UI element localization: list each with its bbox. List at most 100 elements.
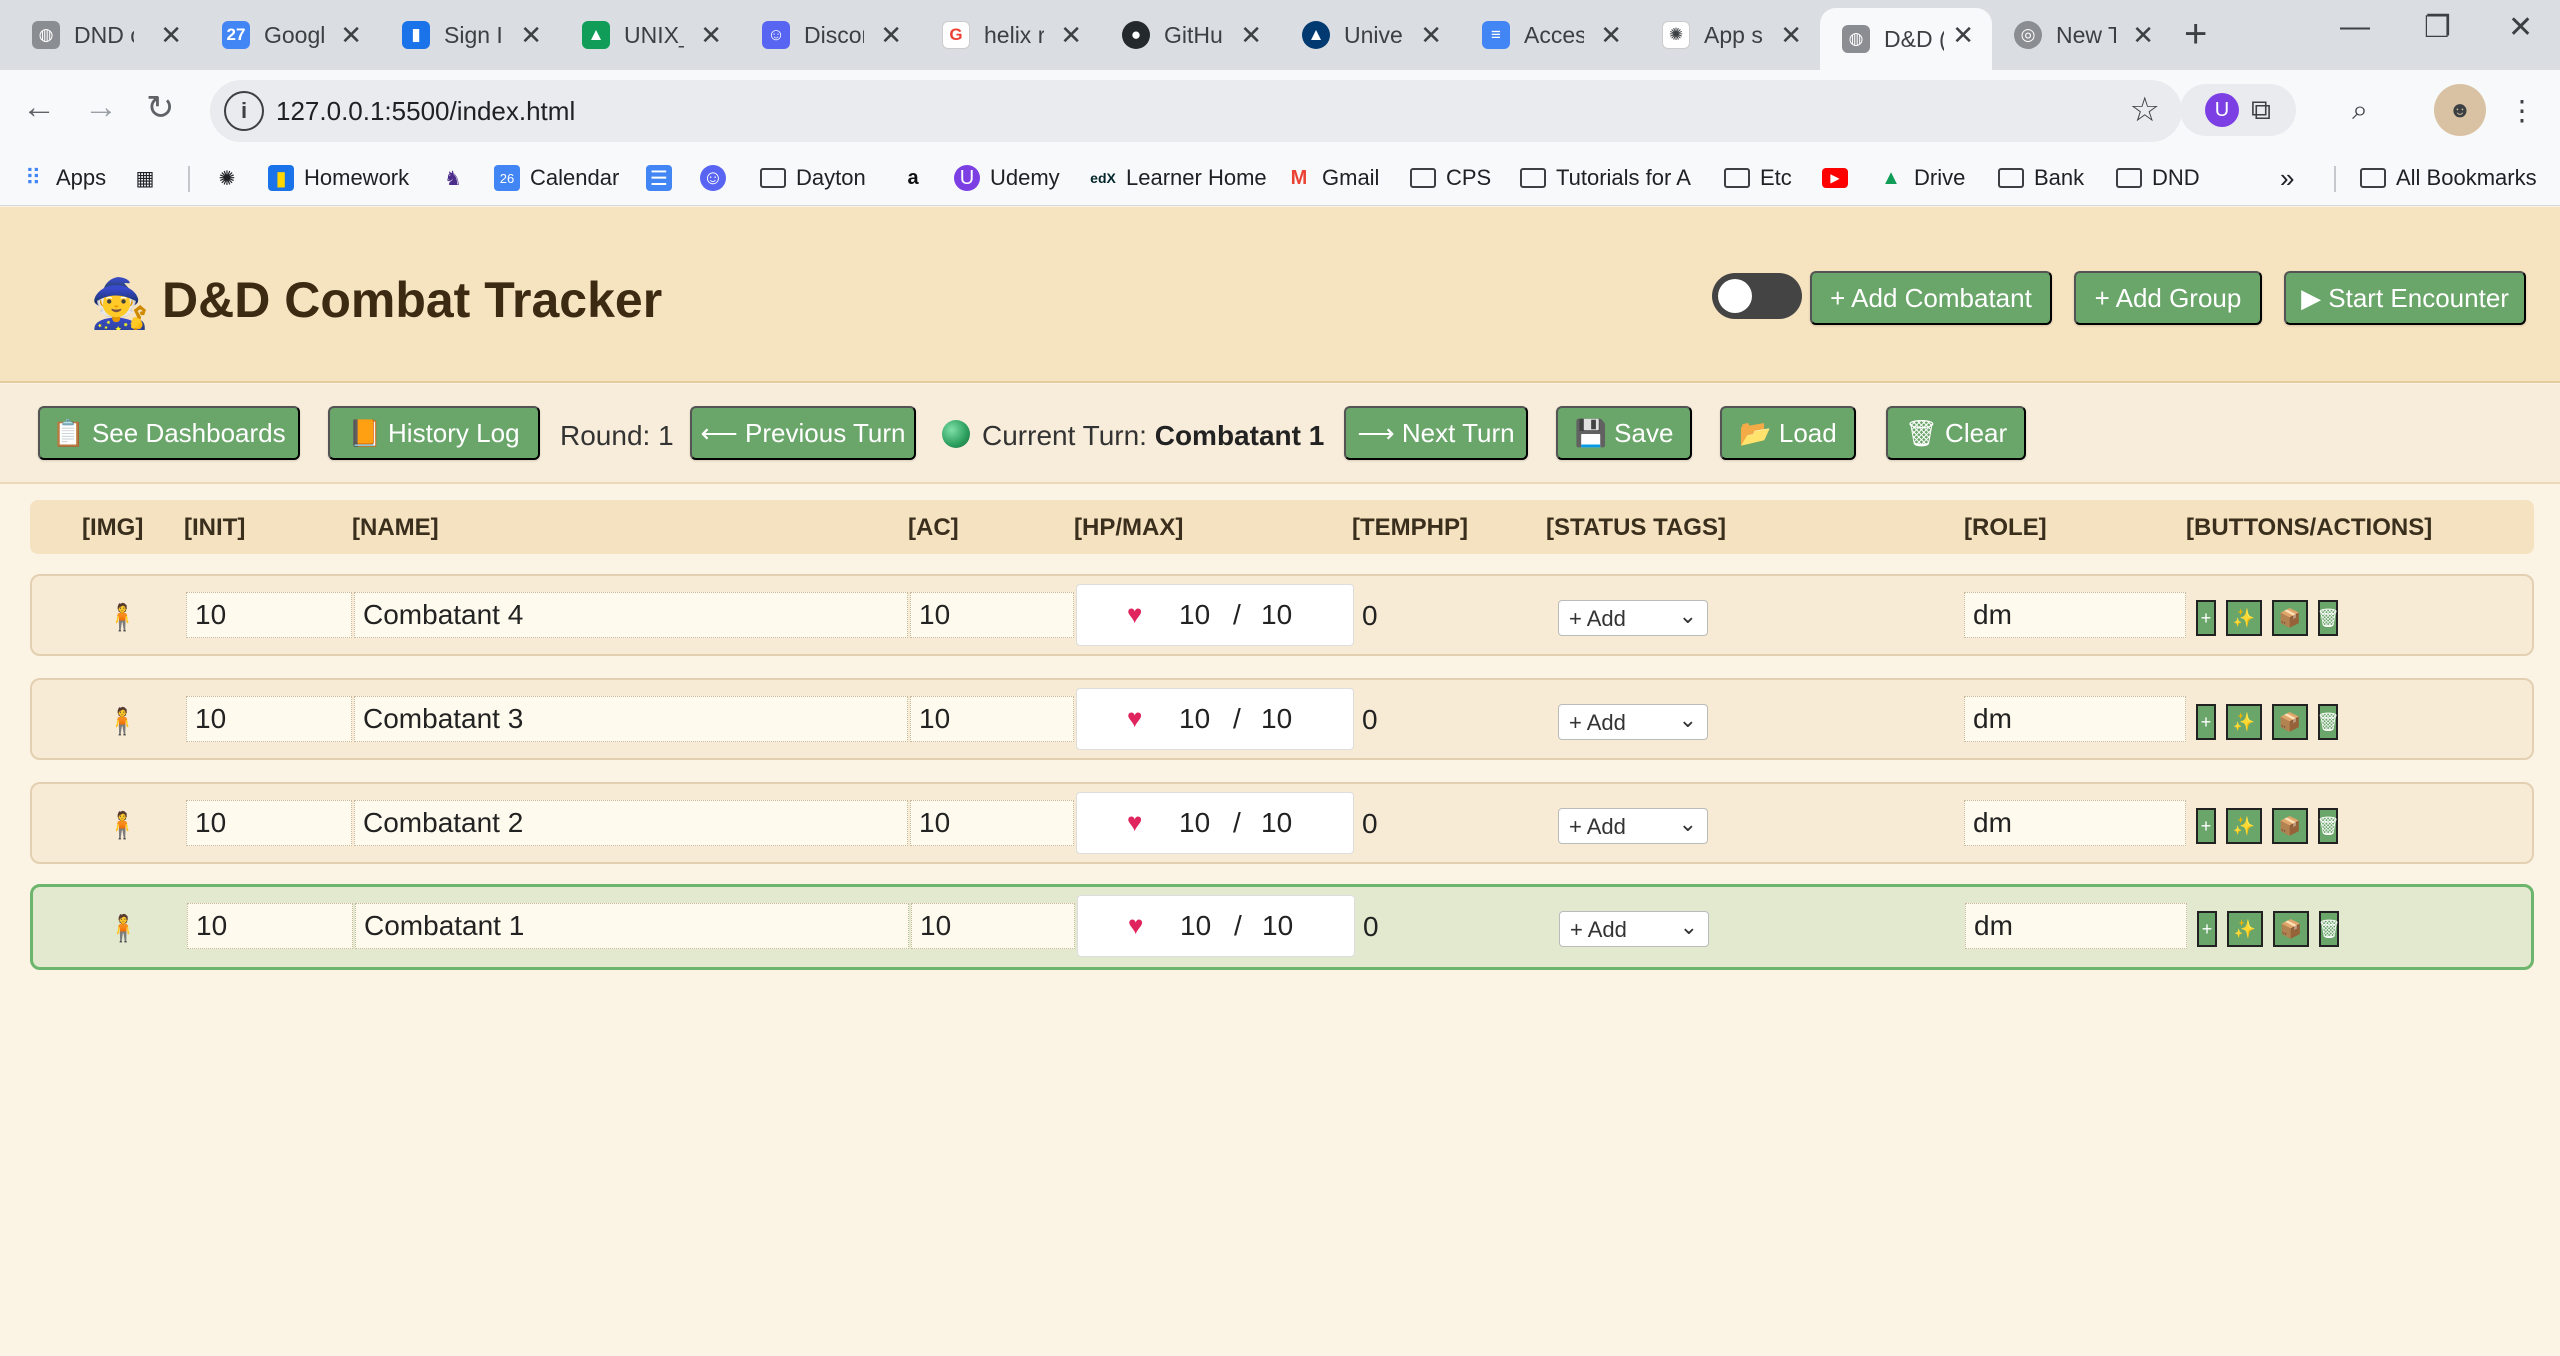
- add-action-button[interactable]: +: [2196, 704, 2216, 740]
- hp-current-input[interactable]: 10: [1179, 807, 1210, 839]
- temp-hp-value[interactable]: 0: [1362, 808, 1378, 840]
- effects-button[interactable]: ✨: [2227, 911, 2263, 947]
- bookmark-udemy[interactable]: U Udemy: [954, 160, 1060, 196]
- status-tags-select[interactable]: + Add ⌄: [1558, 704, 1708, 740]
- window-close-icon[interactable]: ✕: [2508, 10, 2533, 45]
- bookmark-discord[interactable]: ☺: [700, 160, 736, 196]
- ac-input[interactable]: 10: [910, 800, 1074, 846]
- load-button[interactable]: 📂 Load: [1720, 406, 1856, 460]
- close-tab-icon[interactable]: ✕: [520, 20, 542, 51]
- delete-button[interactable]: 🗑: [2317, 808, 2339, 844]
- bookmark-calendar[interactable]: 26 Calendar: [494, 160, 619, 196]
- hp-max-input[interactable]: 10: [1262, 910, 1293, 942]
- browser-tab[interactable]: ▮ Sign I ✕: [380, 12, 560, 58]
- delete-button[interactable]: 🗑: [2317, 600, 2339, 636]
- browser-tab[interactable]: ≡ Acces ✕: [1460, 12, 1640, 58]
- all-bookmarks[interactable]: All Bookmarks: [2360, 160, 2537, 196]
- browser-tab[interactable]: ☺ Discor ✕: [740, 12, 920, 58]
- close-tab-icon[interactable]: ✕: [1952, 20, 1974, 51]
- browser-tab[interactable]: ◍ DND c ✕: [10, 12, 200, 58]
- site-info-icon[interactable]: i: [224, 91, 264, 131]
- close-tab-icon[interactable]: ✕: [2132, 20, 2154, 51]
- hp-current-input[interactable]: 10: [1179, 599, 1210, 631]
- extension-pill[interactable]: U ⧉: [2180, 84, 2296, 136]
- bookmark-cps[interactable]: CPS: [1410, 160, 1491, 196]
- theme-toggle[interactable]: [1712, 273, 1802, 319]
- close-tab-icon[interactable]: ✕: [1780, 20, 1802, 51]
- inventory-button[interactable]: 📦: [2272, 808, 2308, 844]
- bookmark-bank[interactable]: Bank: [1998, 160, 2084, 196]
- back-icon[interactable]: ←: [22, 88, 56, 127]
- temp-hp-value[interactable]: 0: [1362, 600, 1378, 632]
- forward-icon[interactable]: →: [84, 88, 118, 127]
- see-dashboards-button[interactable]: 📋 See Dashboards: [38, 406, 300, 460]
- role-input[interactable]: dm: [1964, 592, 2186, 638]
- udemy-extension-icon[interactable]: U: [2205, 93, 2239, 127]
- reload-icon[interactable]: ↻: [146, 88, 175, 128]
- ac-input[interactable]: 10: [911, 903, 1075, 949]
- close-tab-icon[interactable]: ✕: [1600, 20, 1622, 51]
- hp-max-input[interactable]: 10: [1261, 703, 1292, 735]
- ac-input[interactable]: 10: [910, 592, 1074, 638]
- save-button[interactable]: 💾 Save: [1556, 406, 1692, 460]
- bookmark-homework[interactable]: ▮ Homework: [268, 160, 409, 196]
- effects-button[interactable]: ✨: [2226, 600, 2262, 636]
- name-input[interactable]: Combatant 4: [354, 592, 908, 638]
- add-group-button[interactable]: + Add Group: [2074, 271, 2262, 325]
- bookmark-tutorials[interactable]: Tutorials for A: [1520, 160, 1691, 196]
- ac-input[interactable]: 10: [910, 696, 1074, 742]
- temp-hp-value[interactable]: 0: [1362, 704, 1378, 736]
- browser-tab[interactable]: ✺ App s ✕: [1640, 12, 1820, 58]
- inventory-button[interactable]: 📦: [2272, 600, 2308, 636]
- close-tab-icon[interactable]: ✕: [340, 20, 362, 51]
- effects-button[interactable]: ✨: [2226, 704, 2262, 740]
- inventory-button[interactable]: 📦: [2272, 704, 2308, 740]
- bookmark-learner-home[interactable]: edX Learner Home: [1090, 160, 1266, 196]
- browser-tab[interactable]: G helix r ✕: [920, 12, 1100, 58]
- name-input[interactable]: Combatant 3: [354, 696, 908, 742]
- status-tags-select[interactable]: + Add ⌄: [1558, 808, 1708, 844]
- bookmark-star-icon[interactable]: ☆: [2130, 90, 2160, 130]
- previous-turn-button[interactable]: ⟵ Previous Turn: [690, 406, 916, 460]
- name-input[interactable]: Combatant 2: [354, 800, 908, 846]
- bookmark-dnd[interactable]: DND: [2116, 160, 2200, 196]
- delete-button[interactable]: 🗑: [2317, 704, 2339, 740]
- inventory-button[interactable]: 📦: [2273, 911, 2309, 947]
- bookmark-tab-groups[interactable]: ▦: [132, 160, 168, 196]
- bookmark-etc[interactable]: Etc: [1724, 160, 1792, 196]
- add-combatant-button[interactable]: + Add Combatant: [1810, 271, 2052, 325]
- bookmark-openai[interactable]: ✺: [214, 160, 250, 196]
- bookmark-apps[interactable]: ⠿ Apps: [20, 160, 106, 196]
- browser-tab[interactable]: ◎ New T ✕: [1992, 12, 2172, 58]
- temp-hp-value[interactable]: 0: [1363, 911, 1379, 943]
- minimize-icon[interactable]: —: [2340, 10, 2370, 44]
- close-tab-icon[interactable]: ✕: [880, 20, 902, 51]
- close-tab-icon[interactable]: ✕: [1240, 20, 1262, 51]
- address-bar[interactable]: i 127.0.0.1:5500/index.html ☆: [210, 80, 2182, 142]
- browser-tab[interactable]: ▲ UNIX_ ✕: [560, 12, 740, 58]
- history-log-button[interactable]: 📙 History Log: [328, 406, 540, 460]
- role-input[interactable]: dm: [1964, 800, 2186, 846]
- initiative-input[interactable]: 10: [187, 903, 353, 949]
- close-tab-icon[interactable]: ✕: [1420, 20, 1442, 51]
- add-action-button[interactable]: +: [2197, 911, 2217, 947]
- close-tab-icon[interactable]: ✕: [1060, 20, 1082, 51]
- clear-button[interactable]: 🗑 Clear: [1886, 406, 2026, 460]
- bookmark-drive[interactable]: ▲ Drive: [1878, 160, 1965, 196]
- url-text[interactable]: 127.0.0.1:5500/index.html: [276, 96, 575, 127]
- extensions-puzzle-icon[interactable]: ⧉: [2251, 94, 2271, 127]
- new-tab-icon[interactable]: +: [2184, 12, 2207, 57]
- close-tab-icon[interactable]: ✕: [160, 20, 182, 51]
- initiative-input[interactable]: 10: [186, 592, 352, 638]
- chrome-menu-icon[interactable]: ⋮: [2496, 84, 2548, 136]
- restore-icon[interactable]: ❐: [2424, 10, 2451, 45]
- browser-tab[interactable]: 27 Googl ✕: [200, 12, 380, 58]
- bookmark-youtube[interactable]: ▶: [1822, 160, 1858, 196]
- initiative-input[interactable]: 10: [186, 696, 352, 742]
- hp-max-input[interactable]: 10: [1261, 807, 1292, 839]
- start-encounter-button[interactable]: ▶ Start Encounter: [2284, 271, 2526, 325]
- bookmark-dayton[interactable]: Dayton: [760, 160, 866, 196]
- close-tab-icon[interactable]: ✕: [700, 20, 722, 51]
- add-action-button[interactable]: +: [2196, 808, 2216, 844]
- hp-current-input[interactable]: 10: [1179, 703, 1210, 735]
